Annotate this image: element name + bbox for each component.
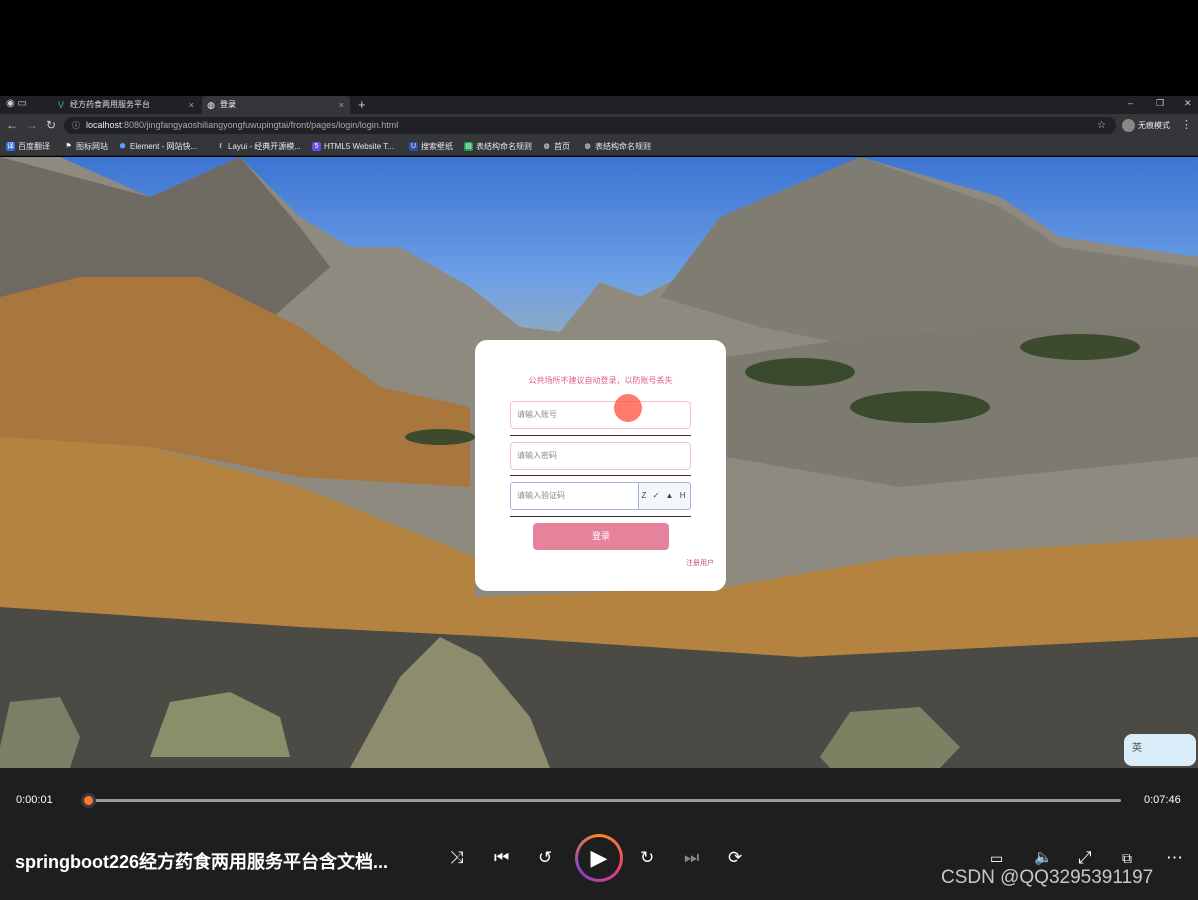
- reload-icon[interactable]: ↻: [46, 118, 56, 132]
- subtitles-icon[interactable]: ▭: [990, 848, 1003, 868]
- bookmark-label: Element - 网站快...: [130, 142, 198, 151]
- bookmark-label: Layui - 经典开源模...: [228, 142, 301, 151]
- repeat-off-icon[interactable]: ⟳: [728, 848, 742, 868]
- account-input[interactable]: 请输入账号: [510, 401, 691, 429]
- close-window-icon[interactable]: ✕: [1184, 96, 1192, 110]
- browser-tab-strip: ◉ ▭ V 经方药食两用服务平台 × ◍ 登录 × + – ❐ ✕: [0, 96, 1198, 114]
- divider: [510, 475, 691, 476]
- back-icon[interactable]: ←: [6, 118, 18, 132]
- register-link[interactable]: 注册用户: [686, 558, 714, 568]
- tab-title: 经方药食两用服务平台: [70, 100, 150, 109]
- login-notice: 公共场所不建议自动登录，以防账号丢失: [528, 376, 673, 385]
- tab-platform[interactable]: V 经方药食两用服务平台 ×: [52, 96, 200, 114]
- sheet-icon: ▤: [464, 142, 473, 151]
- ime-indicator[interactable]: 英: [1124, 734, 1196, 766]
- globe-icon: ◍: [584, 143, 591, 150]
- progress-bar[interactable]: [88, 799, 1121, 802]
- more-options-icon[interactable]: ⋯: [1166, 848, 1183, 868]
- flag-icon: ⚑: [65, 143, 72, 150]
- bookmark-item[interactable]: ⚑ 图标网站: [64, 137, 108, 156]
- forward-30-icon[interactable]: ↻: [640, 848, 654, 868]
- html5-icon: 5: [312, 142, 321, 151]
- password-input[interactable]: 请输入密码: [510, 442, 691, 470]
- video-player-bar: 0:00:01 0:07:46 springboot226经方药食两用服务平台含…: [0, 768, 1198, 900]
- star-icon[interactable]: ☆: [1097, 117, 1106, 134]
- close-icon[interactable]: ×: [339, 96, 344, 114]
- bookmark-label: 表结构命名规则: [476, 142, 532, 151]
- watermark: CSDN @QQ3295391197: [941, 867, 1154, 888]
- globe-icon: ◍: [543, 143, 550, 150]
- bookmark-label: 图标网站: [76, 142, 108, 151]
- address-bar[interactable]: ⓘ localhost:8080/jingfangyaoshiliangyong…: [64, 117, 1116, 134]
- profile-label: 无痕模式: [1138, 121, 1170, 130]
- bookmark-label: 首页: [554, 142, 570, 151]
- next-icon[interactable]: ⏭: [684, 848, 699, 868]
- fullscreen-icon[interactable]: ⤢: [1078, 848, 1092, 868]
- window-icons: ◉ ▭: [6, 98, 27, 109]
- translate-icon: 译: [6, 142, 15, 151]
- bookmark-item[interactable]: ⬢ Element - 网站快...: [118, 137, 197, 156]
- tab-title: 登录: [220, 100, 236, 109]
- element-icon: ⬢: [119, 143, 126, 150]
- screen: ◉ ▭ V 经方药食两用服务平台 × ◍ 登录 × + – ❐ ✕ ← → ↻ …: [0, 0, 1198, 900]
- bookmark-item[interactable]: 译百度翻译: [6, 137, 50, 156]
- bookmark-item[interactable]: 5 HTML5 Website T...: [312, 137, 394, 156]
- browser-navbar: ← → ↻ ⓘ localhost:8080/jingfangyaoshilia…: [0, 114, 1198, 137]
- layui-icon: ℓ: [219, 143, 222, 150]
- forward-icon[interactable]: →: [26, 118, 38, 132]
- info-icon[interactable]: ⓘ: [72, 117, 80, 134]
- bookmark-label: 百度翻译: [18, 142, 50, 151]
- divider: [510, 435, 691, 436]
- bookmark-item[interactable]: ◍ 表结构命名规则: [583, 137, 651, 156]
- tab-login[interactable]: ◍ 登录 ×: [202, 96, 350, 114]
- bookmark-item[interactable]: U 搜索壁纸: [409, 137, 453, 156]
- play-button[interactable]: ▶: [575, 834, 623, 882]
- video-title: springboot226经方药食两用服务平台含文档...: [15, 852, 389, 872]
- volume-icon[interactable]: 🔈: [1034, 848, 1053, 868]
- duration: 0:07:46: [1144, 794, 1181, 806]
- login-button[interactable]: 登录: [533, 523, 669, 550]
- restore-icon[interactable]: ❐: [1156, 96, 1164, 110]
- globe-icon: ◍: [207, 100, 215, 110]
- minimize-icon[interactable]: –: [1128, 96, 1133, 110]
- incognito-icon: [1122, 119, 1135, 132]
- previous-icon[interactable]: ⏮: [494, 848, 509, 868]
- close-icon[interactable]: ×: [189, 96, 194, 114]
- miniplayer-icon[interactable]: ⧉: [1122, 848, 1132, 868]
- new-tab-button[interactable]: +: [358, 96, 366, 113]
- bookmarks-bar: 译百度翻译 ⚑ 图标网站 ⬢ Element - 网站快... ℓ Layui - 经…: [0, 137, 1198, 156]
- bookmark-label: 表结构命名规则: [595, 142, 651, 151]
- bookmark-item[interactable]: ▤ 表结构命名规则: [464, 137, 532, 156]
- url-path: :8080/jingfangyaoshiliangyongfuwupingtai…: [121, 120, 399, 130]
- bookmark-label: 搜索壁纸: [421, 142, 453, 151]
- bookmark-item[interactable]: ℓ Layui - 经典开源模...: [216, 137, 301, 156]
- wallpaper-icon: U: [409, 142, 418, 151]
- progress-knob[interactable]: [81, 793, 96, 808]
- vue-icon: V: [57, 100, 64, 110]
- captcha-input[interactable]: 请输入验证码: [510, 482, 639, 510]
- url-host: localhost: [86, 120, 122, 130]
- ime-label: 英: [1132, 743, 1142, 754]
- cursor-highlight: [614, 394, 642, 422]
- shuffle-icon[interactable]: ⤨: [450, 848, 464, 868]
- more-menu-icon[interactable]: ⋮: [1181, 118, 1192, 131]
- play-icon: ▶: [578, 837, 620, 879]
- rewind-10-icon[interactable]: ↺: [538, 848, 552, 868]
- login-card: 公共场所不建议自动登录，以防账号丢失 请输入账号 请输入密码 请输入验证码 Z …: [475, 340, 726, 591]
- bookmark-label: HTML5 Website T...: [324, 142, 394, 151]
- current-time: 0:00:01: [16, 794, 53, 806]
- captcha-image[interactable]: Z ✓ ▲ H: [638, 482, 691, 510]
- page-viewport: 公共场所不建议自动登录，以防账号丢失 请输入账号 请输入密码 请输入验证码 Z …: [0, 157, 1198, 768]
- divider: [510, 516, 691, 517]
- incognito-profile[interactable]: 无痕模式: [1122, 118, 1170, 133]
- bookmark-item[interactable]: ◍ 首页: [542, 137, 570, 156]
